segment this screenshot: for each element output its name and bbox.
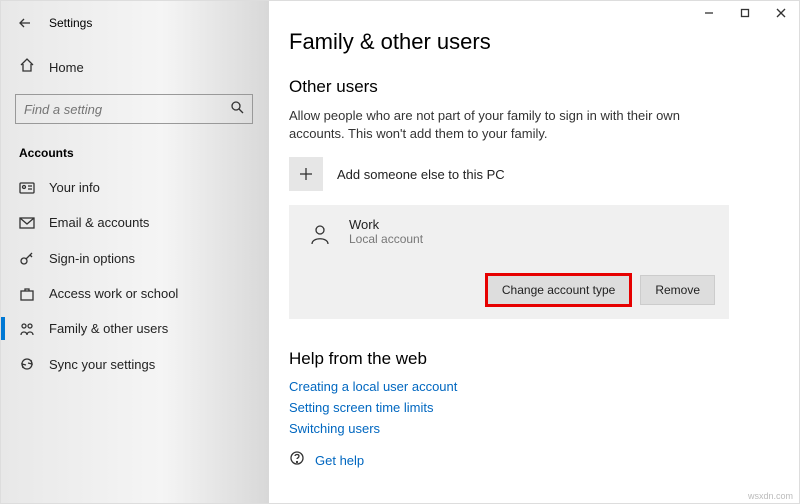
back-button[interactable] — [15, 13, 35, 33]
remove-user-button[interactable]: Remove — [640, 275, 715, 305]
minimize-button[interactable] — [691, 1, 727, 25]
help-icon — [289, 450, 305, 471]
search-box[interactable] — [15, 94, 253, 124]
sidebar-item-sync-settings[interactable]: Sync your settings — [1, 346, 269, 382]
other-users-description: Allow people who are not part of your fa… — [289, 107, 729, 143]
sidebar-header: Settings — [1, 7, 269, 43]
nav-label: Family & other users — [49, 321, 168, 336]
family-icon — [19, 322, 35, 336]
nav-label: Sign-in options — [49, 251, 135, 266]
user-account-type: Local account — [349, 232, 423, 246]
sidebar: Settings Home Accounts Your info Email &… — [1, 1, 269, 503]
nav-label: Your info — [49, 180, 100, 195]
sidebar-item-family-users[interactable]: Family & other users — [1, 311, 269, 346]
nav-label: Email & accounts — [49, 215, 149, 230]
change-account-type-button[interactable]: Change account type — [487, 275, 630, 305]
user-avatar-icon — [303, 217, 337, 251]
get-help-row[interactable]: Get help — [289, 450, 775, 471]
sidebar-item-email-accounts[interactable]: Email & accounts — [1, 205, 269, 240]
email-icon — [19, 217, 35, 229]
help-section: Help from the web Creating a local user … — [289, 349, 775, 471]
help-link-switching-users[interactable]: Switching users — [289, 421, 775, 436]
watermark: wsxdn.com — [748, 491, 793, 501]
sidebar-item-signin-options[interactable]: Sign-in options — [1, 240, 269, 276]
search-input[interactable] — [24, 102, 230, 117]
settings-window: Settings Home Accounts Your info Email &… — [0, 0, 800, 504]
nav-label: Access work or school — [49, 286, 178, 301]
nav-label: Sync your settings — [49, 357, 155, 372]
add-user-row[interactable]: Add someone else to this PC — [289, 157, 775, 191]
sidebar-home-label: Home — [49, 60, 84, 75]
page-title: Family & other users — [289, 29, 775, 55]
maximize-button[interactable] — [727, 1, 763, 25]
person-card-icon — [19, 182, 35, 194]
app-title: Settings — [49, 16, 92, 30]
search-icon — [230, 100, 244, 119]
help-heading: Help from the web — [289, 349, 775, 369]
content-area: Family & other users Other users Allow p… — [269, 1, 799, 503]
briefcase-icon — [19, 287, 35, 301]
sidebar-item-work-school[interactable]: Access work or school — [1, 276, 269, 311]
sidebar-home[interactable]: Home — [1, 49, 269, 86]
user-info: Work Local account — [303, 217, 715, 251]
help-link-local-account[interactable]: Creating a local user account — [289, 379, 775, 394]
sync-icon — [19, 356, 35, 372]
sidebar-item-your-info[interactable]: Your info — [1, 170, 269, 205]
titlebar-controls — [691, 1, 799, 25]
user-card[interactable]: Work Local account Change account type R… — [289, 205, 729, 319]
other-users-heading: Other users — [289, 77, 775, 97]
close-button[interactable] — [763, 1, 799, 25]
add-user-label: Add someone else to this PC — [337, 167, 505, 182]
help-links: Creating a local user account Setting sc… — [289, 379, 775, 436]
key-icon — [19, 250, 35, 266]
get-help-link[interactable]: Get help — [315, 453, 364, 468]
add-icon — [289, 157, 323, 191]
user-actions: Change account type Remove — [303, 275, 715, 305]
search-wrap — [1, 86, 269, 132]
user-name: Work — [349, 217, 423, 232]
home-icon — [19, 57, 35, 78]
sidebar-section-header: Accounts — [1, 132, 269, 170]
help-link-screen-time[interactable]: Setting screen time limits — [289, 400, 775, 415]
